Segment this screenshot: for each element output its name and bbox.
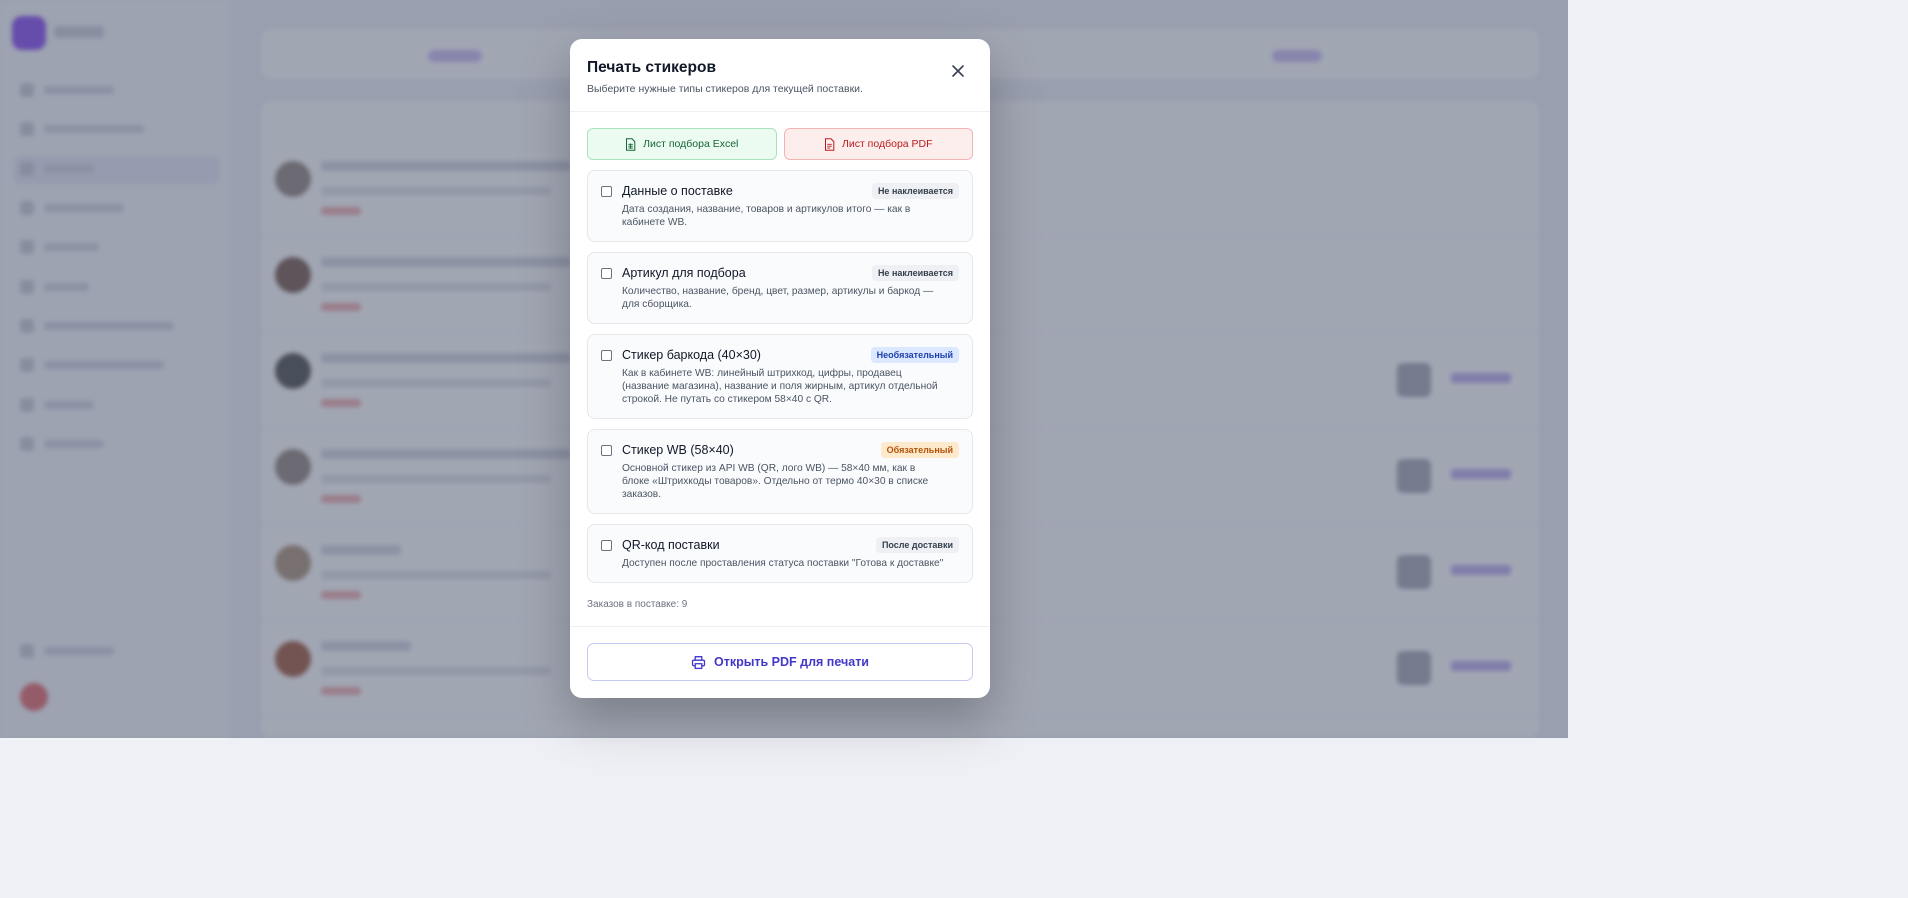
option-badge: Не наклеивается xyxy=(871,265,959,281)
pdf-picklist-label: Лист подбора PDF xyxy=(841,138,933,150)
option-supply-data[interactable]: Данные о поставке Не наклеивается Дата с… xyxy=(587,170,973,242)
close-icon xyxy=(952,65,964,77)
orders-count: Заказов в поставке: 9 xyxy=(587,599,688,610)
file-spreadsheet-icon xyxy=(626,137,636,151)
option-badge: После доставки xyxy=(875,537,959,553)
option-picking-article[interactable]: Артикул для подбора Не наклеивается Коли… xyxy=(587,252,973,324)
option-description: Доступен после проставления статуса пост… xyxy=(622,558,944,569)
close-button[interactable] xyxy=(948,61,968,81)
option-checkbox[interactable] xyxy=(601,444,612,456)
option-checkbox[interactable] xyxy=(601,185,612,197)
option-description: Количество, название, бренд, цвет, разме… xyxy=(622,286,934,310)
option-description: Основной стикер из API WB (QR, лого WB) … xyxy=(622,463,929,500)
open-pdf-print-button[interactable]: Открыть PDF для печати xyxy=(587,643,973,681)
option-wb-sticker[interactable]: Стикер WB (58×40) Обязательный Основной … xyxy=(587,429,973,514)
open-pdf-print-label: Открыть PDF для печати xyxy=(713,655,869,669)
file-pdf-icon xyxy=(824,137,835,151)
print-stickers-modal: Печать стикеров Выберите нужные типы сти… xyxy=(570,39,990,698)
option-badge: Необязательный xyxy=(870,347,959,363)
modal-subtitle: Выберите нужные типы стикеров для текуще… xyxy=(587,83,863,95)
option-badge: Не наклеивается xyxy=(871,183,959,199)
modal-title: Печать стикеров xyxy=(587,59,717,76)
excel-picklist-button[interactable]: Лист подбора Excel xyxy=(587,128,777,160)
pdf-picklist-button[interactable]: Лист подбора PDF xyxy=(783,128,973,160)
option-barcode-sticker[interactable]: Стикер баркода (40×30) Необязательный Ка… xyxy=(587,334,973,419)
option-checkbox[interactable] xyxy=(601,349,612,361)
option-title: Стикер WB (58×40) xyxy=(622,443,734,457)
option-description: Дата создания, название, товаров и артик… xyxy=(622,204,911,228)
option-title: Данные о поставке xyxy=(622,184,733,198)
excel-picklist-label: Лист подбора Excel xyxy=(643,138,739,150)
option-title: QR-код поставки xyxy=(622,538,720,552)
modal-body: Лист подбора Excel Лист подбора PDF Данн… xyxy=(570,112,990,610)
printer-icon xyxy=(691,655,706,669)
option-checkbox[interactable] xyxy=(601,267,612,279)
option-badge: Обязательный xyxy=(880,442,959,458)
option-description: Как в кабинете WB: линейный штрихкод, ци… xyxy=(622,368,938,405)
download-buttons: Лист подбора Excel Лист подбора PDF xyxy=(587,128,973,160)
option-title: Стикер баркода (40×30) xyxy=(622,348,761,362)
option-title: Артикул для подбора xyxy=(622,266,746,280)
option-supply-qr[interactable]: QR-код поставки После доставки Доступен … xyxy=(587,524,973,583)
modal-footer: Открыть PDF для печати xyxy=(570,626,990,698)
modal-header: Печать стикеров Выберите нужные типы сти… xyxy=(570,39,990,112)
option-checkbox[interactable] xyxy=(601,539,612,551)
